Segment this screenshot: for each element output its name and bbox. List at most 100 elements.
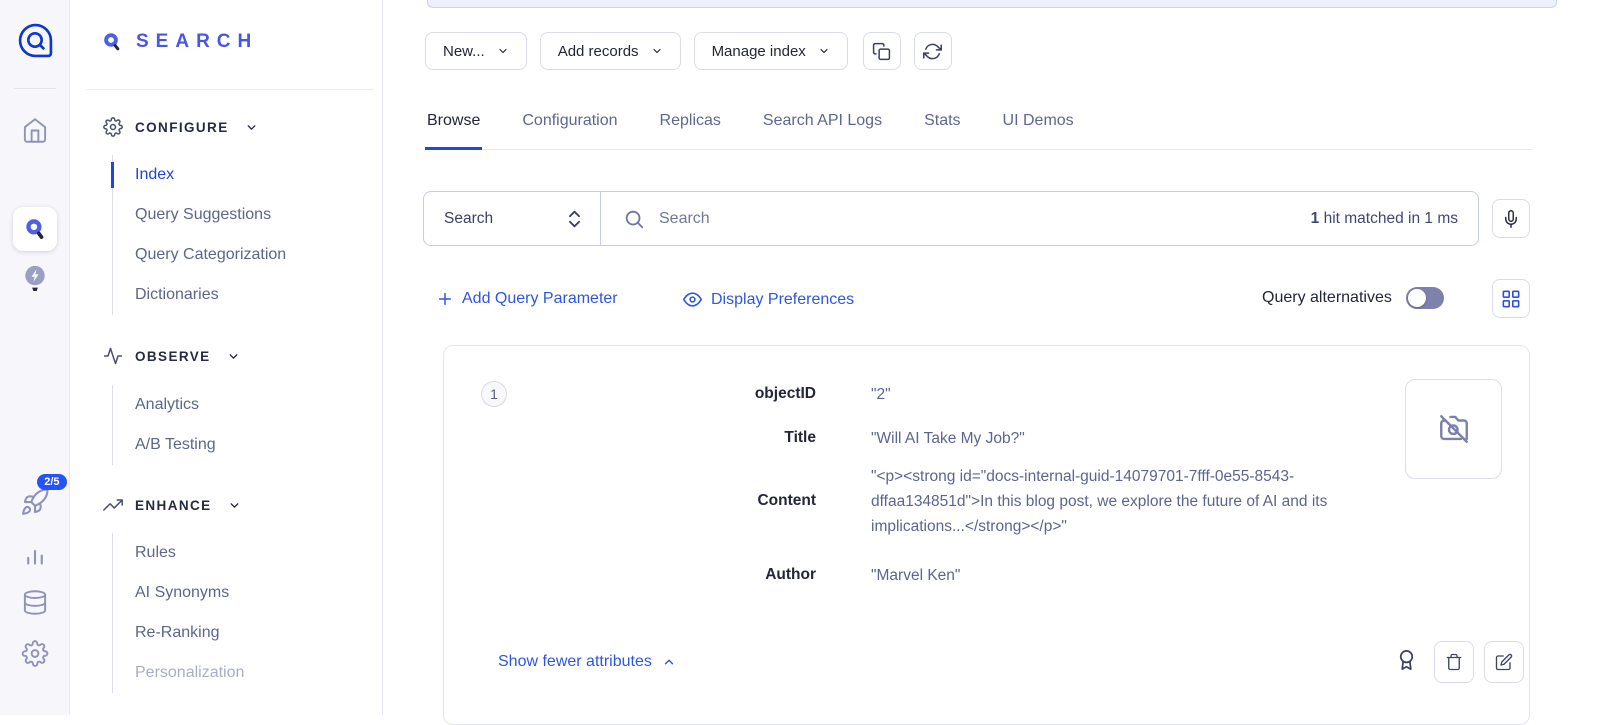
search-input[interactable]: [645, 210, 1311, 228]
chevron-down-icon: [228, 499, 241, 512]
new-button-label: New...: [443, 43, 485, 60]
attribute-name: objectID: [444, 385, 816, 403]
trash-icon: [1445, 653, 1463, 671]
tab-ui-demos[interactable]: UI Demos: [1001, 106, 1076, 149]
attribute-name: Content: [444, 492, 816, 510]
activity-icon: [103, 346, 123, 366]
display-preferences-link[interactable]: Display Preferences: [683, 290, 854, 309]
tab-browse[interactable]: Browse: [425, 106, 482, 149]
add-records-label: Add records: [558, 43, 639, 60]
sidebar-item-re-ranking[interactable]: Re-Ranking: [135, 613, 244, 653]
section-label: CONFIGURE: [135, 120, 229, 135]
copy-icon: [872, 42, 891, 61]
usage-badge: 2/5: [37, 474, 66, 490]
attribute-name: Title: [444, 429, 816, 447]
manage-index-button[interactable]: Manage index: [694, 32, 848, 70]
attribute-row: objectID "2": [444, 379, 1393, 409]
sidebar-item-personalization[interactable]: Personalization: [135, 653, 244, 693]
search-filled-icon: [22, 216, 48, 242]
add-records-button[interactable]: Add records: [540, 32, 681, 70]
attribute-row: Title "Will AI Take My Job?": [444, 423, 1393, 453]
index-selector-cutoff[interactable]: [427, 0, 1557, 8]
sidebar-item-analytics[interactable]: Analytics: [135, 385, 216, 425]
search-section-active-tile[interactable]: [13, 207, 57, 251]
plus-icon: [437, 291, 453, 307]
sidebar-item-index[interactable]: Index: [135, 155, 286, 195]
main-content: New... Add records Manage index Browse C…: [383, 0, 1600, 715]
sort-chevrons-icon: [567, 208, 582, 230]
query-alternatives-label: Query alternatives: [1262, 289, 1392, 307]
sort-by-select[interactable]: Search: [424, 192, 601, 245]
section-configure[interactable]: CONFIGURE: [103, 117, 258, 137]
search-icon: [623, 208, 645, 230]
chevron-down-icon: [245, 121, 258, 134]
chevron-up-icon: [662, 655, 676, 669]
query-alternatives-toggle[interactable]: [1406, 287, 1444, 309]
lightbulb-icon[interactable]: [21, 263, 49, 295]
manage-index-label: Manage index: [712, 43, 806, 60]
show-fewer-attributes-link[interactable]: Show fewer attributes: [498, 653, 676, 671]
home-icon[interactable]: [21, 117, 48, 144]
sidebar-item-ab-testing[interactable]: A/B Testing: [135, 425, 216, 465]
configure-subnav: Index Query Suggestions Query Categoriza…: [112, 155, 286, 315]
hit-card: 1 objectID "2" Title "Will AI Take My Jo…: [443, 345, 1530, 725]
image-off-icon: [1437, 412, 1471, 446]
search-bar: Search 1 hit matched in 1 ms: [423, 191, 1479, 246]
sidebar-title: SEARCH: [136, 31, 258, 53]
delete-record-button[interactable]: [1434, 641, 1474, 683]
toggle-knob: [1408, 289, 1426, 307]
tab-search-api-logs[interactable]: Search API Logs: [761, 106, 884, 149]
edit-record-button[interactable]: [1484, 641, 1524, 683]
tab-configuration[interactable]: Configuration: [520, 106, 619, 149]
microphone-icon: [1502, 210, 1520, 228]
database-icon[interactable]: [21, 589, 48, 616]
sidebar-item-query-suggestions[interactable]: Query Suggestions: [135, 195, 286, 235]
gear-icon[interactable]: [21, 640, 48, 667]
edit-icon: [1495, 653, 1513, 671]
grid-icon: [1502, 290, 1520, 308]
chevron-down-icon: [497, 45, 509, 57]
hits-rest: hit matched in 1 ms: [1324, 210, 1458, 227]
search-product-icon: [100, 30, 124, 54]
refresh-button[interactable]: [914, 32, 952, 70]
section-enhance[interactable]: ENHANCE: [103, 495, 241, 515]
chevron-down-icon: [651, 45, 663, 57]
add-query-parameter-label: Add Query Parameter: [462, 290, 618, 308]
tab-stats[interactable]: Stats: [922, 106, 962, 149]
section-label: OBSERVE: [135, 349, 211, 364]
index-tabs: Browse Configuration Replicas Search API…: [425, 106, 1532, 150]
image-placeholder: [1405, 379, 1502, 479]
sort-by-value: Search: [444, 210, 493, 228]
rail-divider: [14, 88, 56, 89]
ranking-info-button[interactable]: [1395, 649, 1418, 677]
trending-up-icon: [103, 495, 123, 515]
sidebar-divider: [86, 89, 374, 90]
rocket-icon[interactable]: 2/5: [20, 487, 50, 517]
new-button[interactable]: New...: [425, 32, 527, 70]
attribute-value: "<p><strong id="docs-internal-guid-14079…: [871, 464, 1393, 539]
copy-index-button[interactable]: [863, 32, 901, 70]
attribute-row: Author "Marvel Ken": [444, 560, 1393, 590]
sidebar: SEARCH CONFIGURE Index Query Suggestions…: [70, 0, 383, 715]
gear-icon: [103, 117, 123, 137]
sidebar-item-query-categorization[interactable]: Query Categorization: [135, 235, 286, 275]
sidebar-item-ai-synonyms[interactable]: AI Synonyms: [135, 573, 244, 613]
observe-subnav: Analytics A/B Testing: [112, 385, 216, 465]
add-query-parameter-link[interactable]: Add Query Parameter: [437, 290, 618, 308]
sidebar-header: SEARCH: [100, 30, 258, 54]
attribute-row: Content "<p><strong id="docs-internal-gu…: [444, 461, 1393, 541]
bar-chart-icon[interactable]: [21, 541, 48, 568]
algolia-logo-icon[interactable]: [17, 22, 54, 64]
tab-replicas[interactable]: Replicas: [658, 106, 723, 149]
eye-icon: [683, 290, 702, 309]
voice-search-button[interactable]: [1492, 199, 1530, 238]
sidebar-item-rules[interactable]: Rules: [135, 533, 244, 573]
hits-status: 1 hit matched in 1 ms: [1311, 210, 1458, 228]
chevron-down-icon: [818, 45, 830, 57]
app-rail: 2/5: [0, 0, 70, 715]
refresh-icon: [923, 42, 942, 61]
sidebar-item-dictionaries[interactable]: Dictionaries: [135, 275, 286, 315]
section-observe[interactable]: OBSERVE: [103, 346, 240, 366]
query-alternatives-control: Query alternatives: [1262, 287, 1444, 309]
layout-grid-button[interactable]: [1492, 279, 1530, 318]
